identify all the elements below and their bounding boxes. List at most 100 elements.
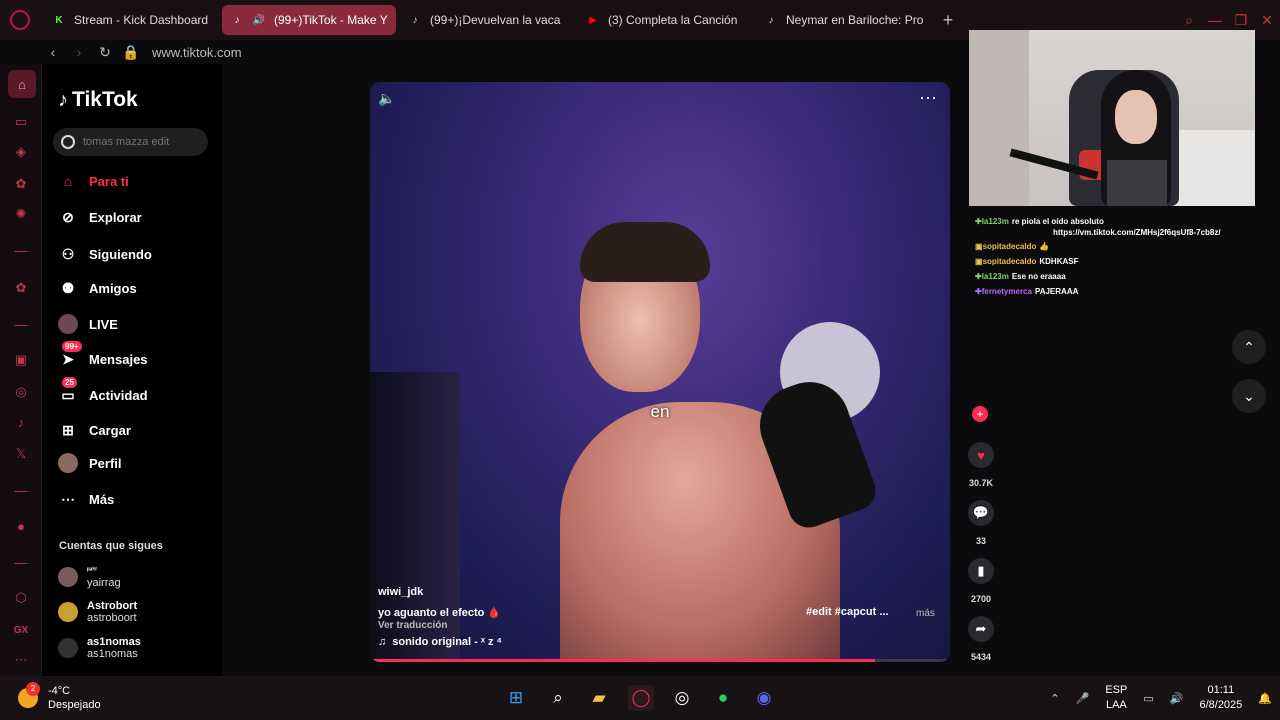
account-handle: as1nomas <box>87 648 138 660</box>
minimize-icon[interactable]: — <box>1202 12 1228 28</box>
following-account[interactable]: ᵖᵃⁱʳʳ yairrag <box>58 565 121 589</box>
search-icon[interactable]: ⌕ <box>545 685 571 711</box>
nav-amigos[interactable]: ⚉ Amigos <box>58 276 137 300</box>
compass-icon: ⊘ <box>62 208 74 225</box>
nav-label: Para ti <box>89 173 129 189</box>
chat-user: ✚fernetymerca <box>975 287 1032 296</box>
home-icon[interactable]: ⌂ <box>8 70 36 98</box>
next-video-button[interactable]: ⌄ <box>1232 379 1266 413</box>
opera-gx-icon[interactable]: ◯ <box>628 685 654 711</box>
comment-button[interactable]: 💬 33 <box>966 500 996 546</box>
comment-count: 33 <box>975 536 986 546</box>
nav-label: Más <box>89 491 115 507</box>
nav-explorar[interactable]: ⊘ Explorar <box>58 205 142 229</box>
divider-icon: — <box>14 316 28 332</box>
obs-icon[interactable]: ◎ <box>669 685 695 711</box>
volume-icon[interactable]: 🔈 <box>378 90 395 107</box>
address-bar: ‹ › ↻ 🔒 www.tiktok.com <box>40 40 970 64</box>
discord-icon[interactable]: ◉ <box>751 685 777 711</box>
new-tab-button[interactable]: + <box>936 8 960 32</box>
nav-live[interactable]: LIVE <box>58 312 118 336</box>
comment-icon: 💬 <box>968 500 994 526</box>
close-icon[interactable]: ✕ <box>1254 12 1280 29</box>
share-button[interactable]: ➦ 5434 <box>966 616 996 662</box>
gamepad-icon[interactable]: ▭ <box>11 112 31 132</box>
tab-tiktok-neymar[interactable]: ♪ Neymar en Bariloche: Pro <box>756 5 930 35</box>
reload-icon[interactable]: ↻ <box>92 44 118 61</box>
tab-tiktok-active[interactable]: ♪ 🔊 (99+)TikTok - Make Y <box>222 5 396 35</box>
spotify-icon[interactable]: ● <box>710 685 736 711</box>
speaker-icon[interactable]: 🔊 <box>252 13 266 27</box>
tiktok-icon[interactable]: ♪ <box>11 412 31 432</box>
nav-mas[interactable]: ⋯ Más <box>58 487 114 511</box>
search-box[interactable] <box>53 128 208 156</box>
forward-icon[interactable]: › <box>66 44 92 60</box>
nav-cargar[interactable]: ⊞ Cargar <box>58 418 131 442</box>
chevron-up-icon[interactable]: ⌃ <box>1050 692 1059 705</box>
tab-label: (99+)¡Devuelvan la vaca <box>430 13 561 27</box>
shield-icon[interactable]: ⬡ <box>11 588 31 608</box>
clock[interactable]: 01:11 6/8/2025 <box>1199 683 1242 713</box>
file-explorer-icon[interactable]: ▰ <box>586 685 612 711</box>
save-button[interactable]: ▮ 2700 <box>966 558 996 604</box>
chat-message: ▣sopitadecaldo KDHKASF <box>975 254 1265 269</box>
instagram-icon[interactable]: ◎ <box>11 382 31 402</box>
more-icon: ⋯ <box>61 490 75 507</box>
video-sound[interactable]: ♫ sonido original - ˣ z ⁴ <box>378 636 502 648</box>
following-account[interactable]: Astrobort astroboort <box>58 600 137 624</box>
opera-logo-icon[interactable] <box>0 0 40 40</box>
x-icon[interactable]: 𝕏 <box>11 444 31 464</box>
chat-message: ✚la123m Ese no eraaaa <box>975 269 1265 284</box>
volume-icon[interactable]: 🔊 <box>1170 692 1184 705</box>
friends-icon: ⚉ <box>61 279 75 296</box>
like-button[interactable]: ♥ 30.7K <box>966 442 996 488</box>
bookmark-icon: ▮ <box>968 558 994 584</box>
nav-siguiendo[interactable]: ⚇ Siguiendo <box>58 242 152 266</box>
tiktok-icon: ♪ <box>58 88 68 111</box>
aria-icon[interactable]: ◈ <box>11 142 31 162</box>
network-icon[interactable]: ▭ <box>1143 692 1153 705</box>
tiktok-icon: ♪ <box>768 14 774 26</box>
back-icon[interactable]: ‹ <box>40 44 66 60</box>
search-icon[interactable]: ⌕ <box>1176 12 1202 29</box>
video-progress-bar[interactable] <box>370 659 950 662</box>
video-author[interactable]: wiwi_jdk <box>378 586 423 598</box>
record-icon[interactable]: ● <box>11 516 31 536</box>
maximize-icon[interactable]: ❐ <box>1228 12 1254 29</box>
video-hashtags[interactable]: #edit #capcut ... <box>806 606 889 618</box>
windows-start-icon[interactable]: ⊞ <box>503 685 529 711</box>
weather-widget[interactable]: 2 -4°C Despejado <box>18 682 101 712</box>
activity-badge: 25 <box>62 377 77 388</box>
tab-tiktok-vaca[interactable]: ♪ (99+)¡Devuelvan la vaca <box>400 5 574 35</box>
video-player[interactable]: en 🔈 ⋯ wiwi_jdk yo aguanto el efecto 🩸 V… <box>370 82 950 662</box>
search-input[interactable] <box>83 136 203 148</box>
more-icon[interactable]: ⋯ <box>11 650 31 670</box>
more-options-icon[interactable]: ⋯ <box>919 88 938 109</box>
url-field[interactable]: www.tiktok.com <box>152 45 242 60</box>
chatgpt-icon[interactable]: ✿ <box>11 174 31 194</box>
previous-video-button[interactable]: ⌃ <box>1232 330 1266 364</box>
tab-label: (99+)TikTok - Make Y <box>274 13 388 27</box>
video-caption: en <box>650 402 670 421</box>
openai-icon[interactable]: ✿ <box>11 278 31 298</box>
more-link[interactable]: más <box>916 608 935 619</box>
following-account[interactable]: as1nomas as1nomas <box>58 636 141 660</box>
translate-link[interactable]: Ver traducción <box>378 620 447 631</box>
webcam-streamer <box>1101 70 1171 206</box>
language-indicator[interactable]: ESP LAA <box>1105 683 1127 713</box>
nav-perfil[interactable]: Perfil <box>58 451 122 475</box>
tab-youtube[interactable]: ▶ (3) Completa la Canción <box>578 5 752 35</box>
notifications-icon[interactable]: 🔔 <box>1258 692 1272 705</box>
nav-mensajes[interactable]: ➤ 99+ Mensajes <box>58 341 148 371</box>
tiktok-logo[interactable]: ♪ TikTok <box>58 88 138 112</box>
nav-actividad[interactable]: ▭ 25 Actividad <box>58 377 148 407</box>
gx-icon[interactable]: GX <box>11 620 31 640</box>
nav-para-ti[interactable]: ⌂ Para ti <box>58 169 129 193</box>
ai-icon[interactable]: ✺ <box>11 204 31 224</box>
divider-icon: — <box>14 554 28 570</box>
weather-desc: Despejado <box>48 699 101 711</box>
microphone-icon[interactable]: 🎤 <box>1076 692 1090 705</box>
follow-plus-icon[interactable]: + <box>972 406 988 422</box>
tab-kick-dashboard[interactable]: K Stream - Kick Dashboard <box>44 5 218 35</box>
twitch-icon[interactable]: ▣ <box>11 350 31 370</box>
